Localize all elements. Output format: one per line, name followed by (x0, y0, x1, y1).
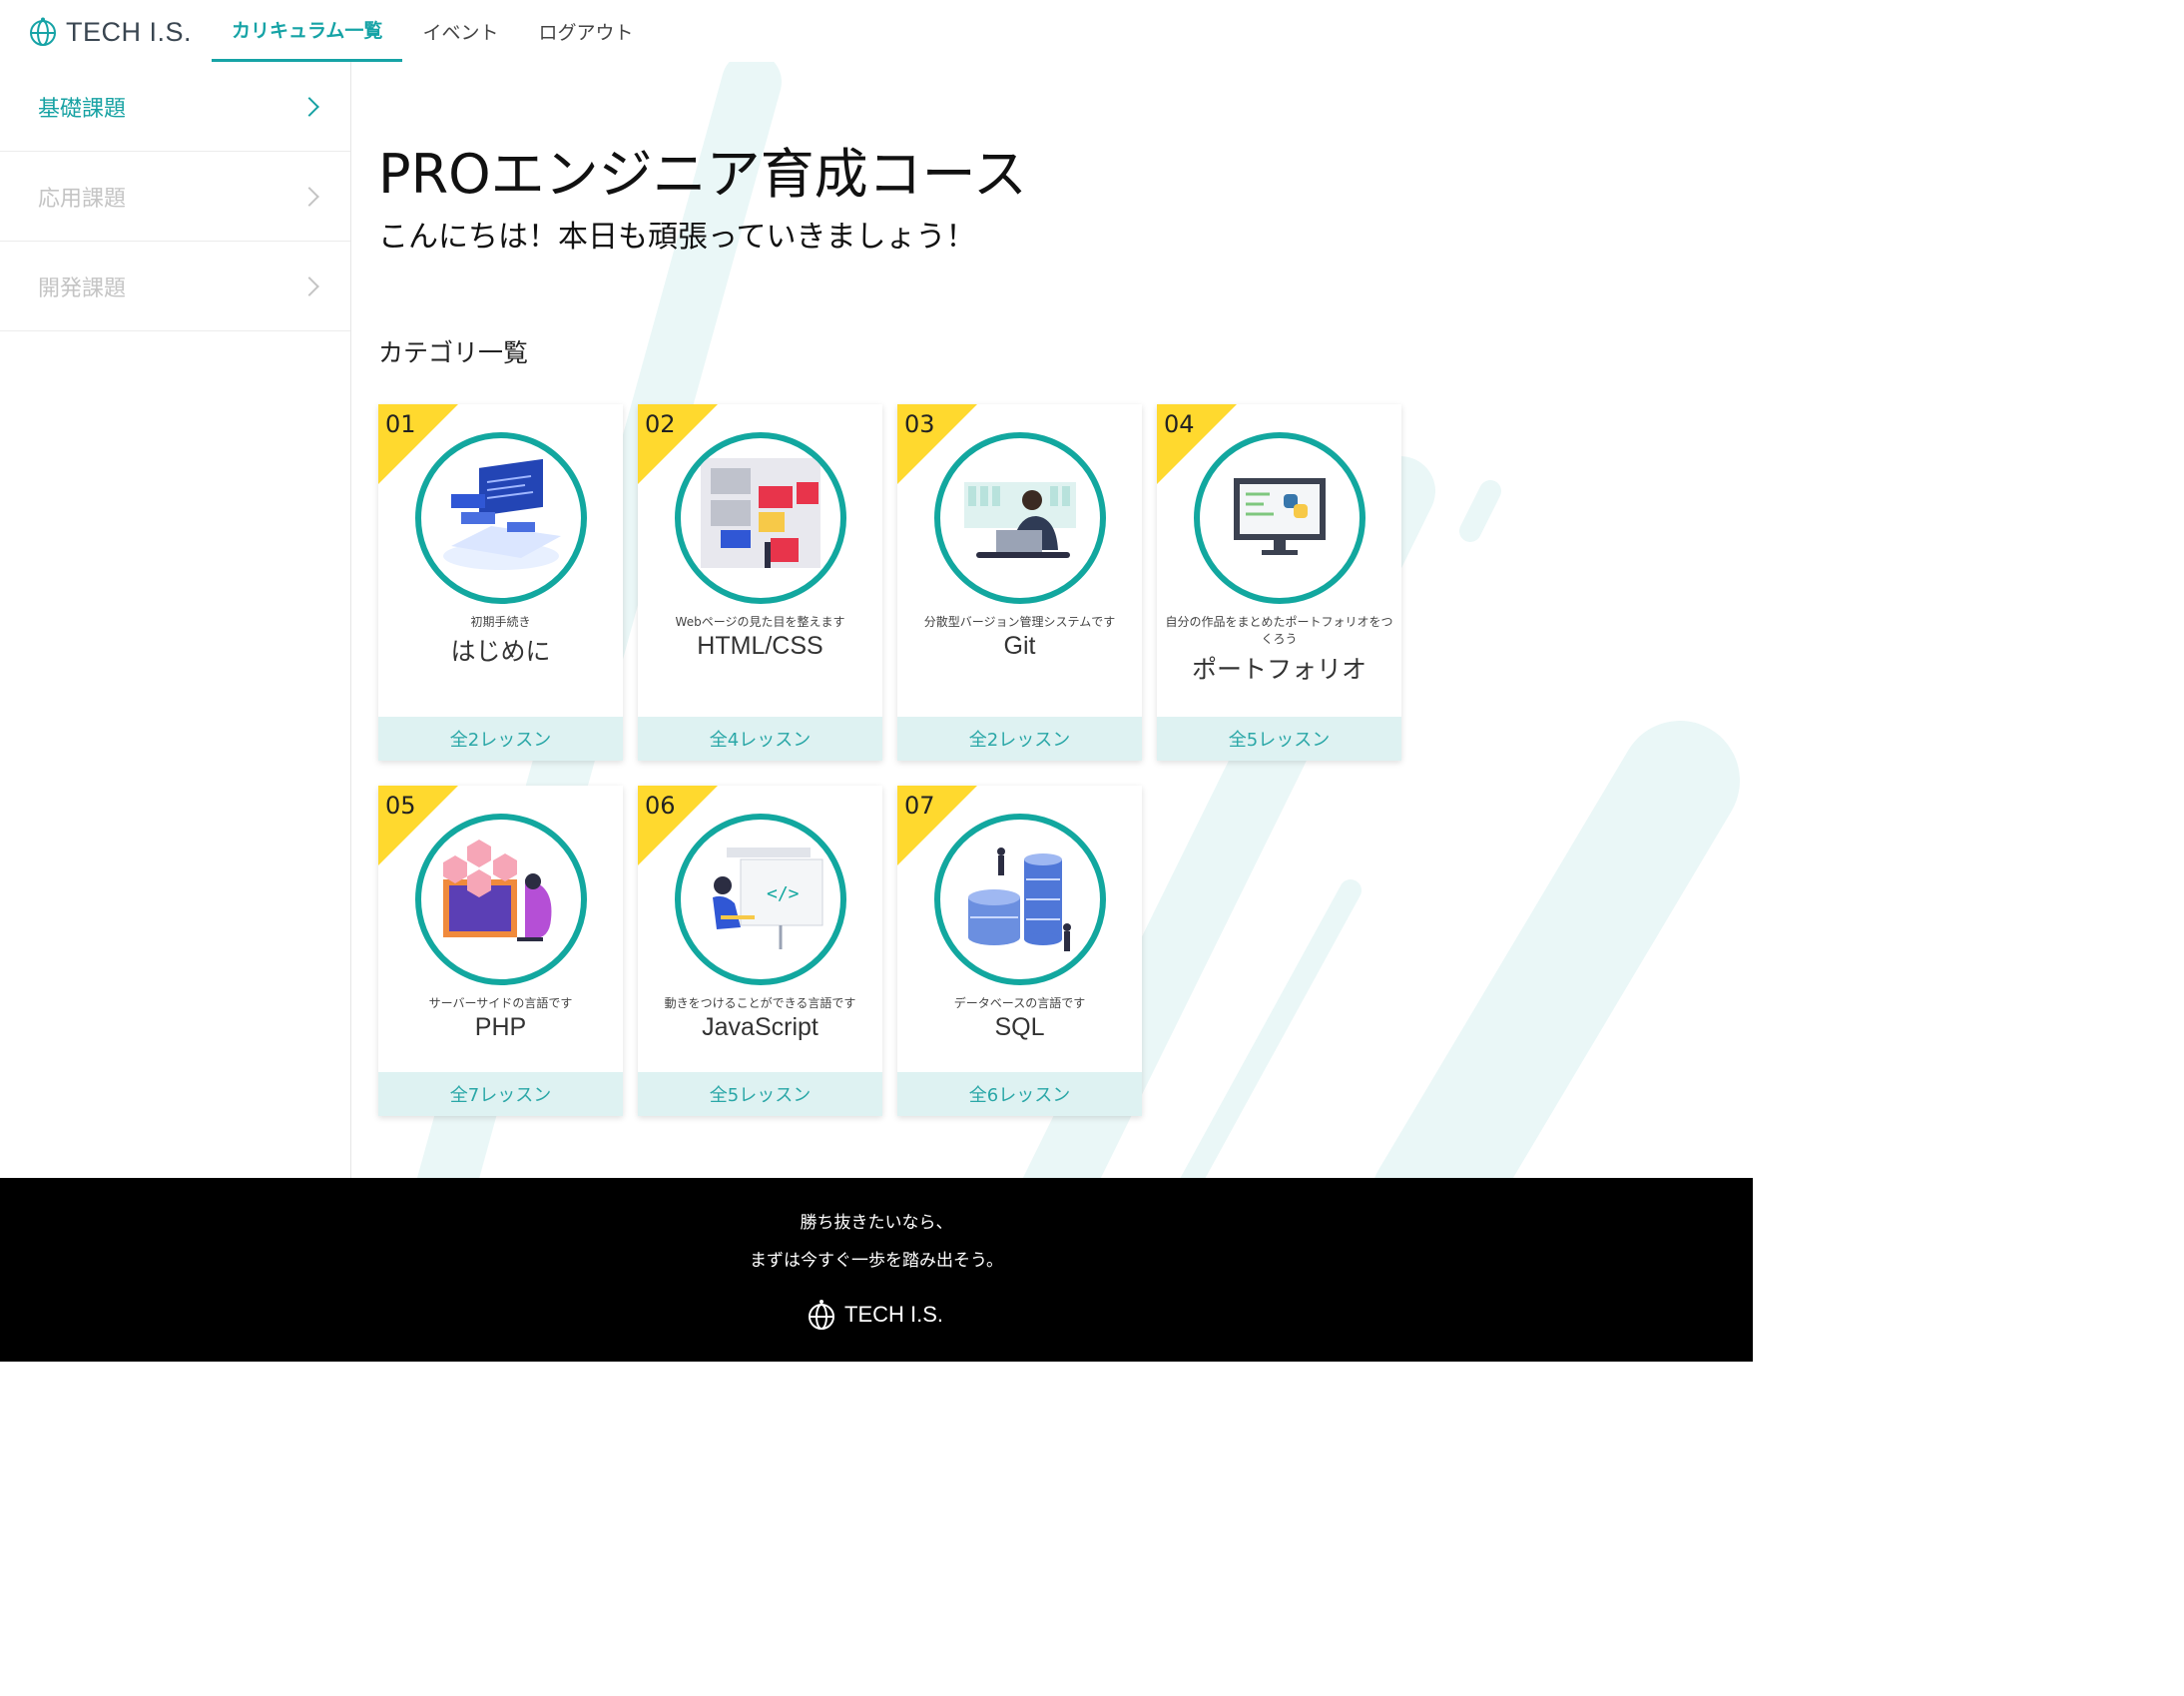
card-number: 04 (1164, 410, 1195, 438)
sidebar-item-label: 開発課題 (38, 276, 127, 301)
card-lesson-count: 全2レッスン (378, 717, 623, 761)
category-card-php[interactable]: 05 サーバーサイドの言語です PHP 全7レッスン (378, 786, 623, 1116)
card-number: 03 (904, 410, 935, 438)
card-number: 06 (645, 792, 676, 820)
card-title: PHP (474, 1013, 527, 1041)
laptop-code-icon (415, 432, 587, 604)
chevron-right-icon (299, 96, 319, 117)
card-description: 初期手続き (470, 615, 531, 629)
card-title: はじめに (450, 638, 551, 666)
card-description: 動きをつけることができる言語です (664, 996, 856, 1010)
card-lesson-count: 全4レッスン (638, 717, 882, 761)
category-card-portfolio[interactable]: 04 自分の作品をまとめたポートフォリオをつくろう ポートフォリオ 全5レッスン (1157, 404, 1401, 761)
card-description: サーバーサイドの言語です (428, 996, 573, 1010)
chevron-right-icon (299, 276, 319, 296)
greeting-text: こんにちは！本日も頑張っていきましょう！ (378, 220, 976, 255)
globe-logo-icon (809, 1300, 834, 1330)
chevron-right-icon (299, 186, 319, 207)
web-layout-icon (675, 432, 846, 604)
top-header: TECH I.S. カリキュラム一覧 イベント ログアウト (0, 0, 1753, 62)
nav-logout[interactable]: ログアウト (518, 0, 653, 62)
section-title: カテゴリ一覧 (378, 338, 529, 367)
card-title: HTML/CSS (697, 632, 823, 660)
card-number: 07 (904, 792, 935, 820)
card-lesson-count: 全7レッスン (378, 1072, 623, 1116)
card-description: データベースの言語です (953, 996, 1086, 1010)
footer: 勝ち抜きたいなら、 まずは今すぐ一歩を踏み出そう。 TECH I.S. (0, 1178, 1753, 1362)
sidebar-item-development[interactable]: 開発課題 (0, 242, 350, 331)
developer-laptop-icon (934, 432, 1106, 604)
page-title: PROエンジニア育成コース (378, 143, 1027, 206)
card-title: JavaScript (702, 1013, 819, 1041)
card-description: Webページの見た目を整えます (675, 615, 845, 629)
globe-logo-icon (30, 17, 56, 46)
code-presentation-icon: </> (675, 814, 846, 985)
hexagon-developer-icon (415, 814, 587, 985)
sidebar: 基礎課題 応用課題 開発課題 (0, 62, 351, 1178)
database-servers-icon (934, 814, 1106, 985)
card-title: ポートフォリオ (1191, 656, 1366, 684)
category-card-git[interactable]: 03 分散型バージョン管理システムです Git 全2レッスン (897, 404, 1142, 761)
card-description: 分散型バージョン管理システムです (923, 615, 1116, 629)
brand-logo[interactable]: TECH I.S. (28, 14, 192, 50)
card-number: 01 (385, 410, 416, 438)
brand-name: TECH I.S. (66, 16, 193, 47)
category-card-html-css[interactable]: 02 Webページの見た目を整えます HTML/CSS 全4レッスン (638, 404, 882, 761)
category-card-javascript[interactable]: 06 </> 動きをつけることができる言語です JavaScript 全5レッス… (638, 786, 882, 1116)
sidebar-item-applied[interactable]: 応用課題 (0, 152, 350, 242)
category-card-intro[interactable]: 01 初期手続き はじめに 全2レッスン (378, 404, 623, 761)
sidebar-item-label: 基礎課題 (38, 96, 127, 122)
nav-curriculum[interactable]: カリキュラム一覧 (212, 0, 403, 62)
card-description: 自分の作品をまとめたポートフォリオをつくろう (1165, 615, 1393, 646)
category-card-sql[interactable]: 07 データベースの言語です SQL 全6レッスン (897, 786, 1142, 1116)
card-lesson-count: 全6レッスン (897, 1072, 1142, 1116)
nav-events[interactable]: イベント (402, 0, 518, 62)
footer-logo[interactable]: TECH I.S. (807, 1298, 943, 1332)
main-nav: カリキュラム一覧 イベント ログアウト (212, 0, 653, 62)
footer-tagline-2: まずは今すぐ一歩を踏み出そう。 (750, 1251, 1003, 1271)
svg-text:</>: </> (767, 883, 800, 904)
card-title: Git (1003, 632, 1036, 660)
card-lesson-count: 全2レッスン (897, 717, 1142, 761)
sidebar-item-basic[interactable]: 基礎課題 (0, 62, 350, 152)
card-number: 02 (645, 410, 676, 438)
main-content: PROエンジニア育成コース こんにちは！本日も頑張っていきましょう！ カテゴリ一… (352, 62, 1753, 1178)
footer-tagline-1: 勝ち抜きたいなら、 (800, 1213, 953, 1233)
card-lesson-count: 全5レッスン (638, 1072, 882, 1116)
card-number: 05 (385, 792, 416, 820)
monitor-python-icon (1194, 432, 1365, 604)
card-lesson-count: 全5レッスン (1157, 717, 1401, 761)
sidebar-item-label: 応用課題 (38, 186, 127, 212)
card-title: SQL (994, 1013, 1045, 1041)
footer-brand-name: TECH I.S. (844, 1302, 944, 1327)
